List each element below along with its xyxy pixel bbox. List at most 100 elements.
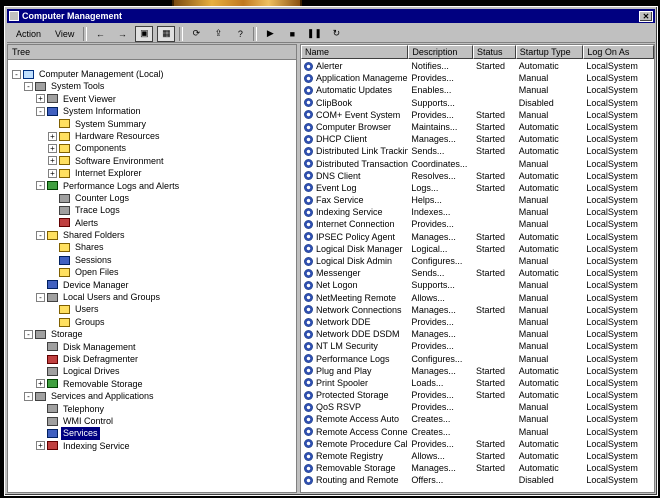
menu-action[interactable]: Action	[11, 29, 46, 39]
tree-item[interactable]: - Local Users and Groups	[8, 291, 296, 303]
collapse-icon[interactable]: -	[24, 391, 33, 401]
table-row[interactable]: Remote Registry Allows... Started Automatic…	[301, 450, 654, 462]
table-row[interactable]: NT LM Security Provides... Manual LocalSyst…	[301, 340, 654, 352]
tree-item[interactable]: Open Files	[8, 266, 296, 278]
column-header-status[interactable]: Status	[473, 45, 516, 59]
tree-item[interactable]: WMI Control	[8, 415, 296, 427]
table-row[interactable]: Protected Storage Provides... Started Autom…	[301, 389, 654, 401]
table-row[interactable]: Messenger Sends... Started Automatic LocalSy…	[301, 267, 654, 279]
pause-icon[interactable]: ❚❚	[305, 26, 323, 42]
tree-item[interactable]: + Indexing Service	[8, 440, 296, 452]
tree-item[interactable]: Telephony	[8, 403, 296, 415]
expand-icon[interactable]: +	[36, 94, 45, 104]
table-row[interactable]: Alerter Notifies... Started Automatic LocalS…	[301, 60, 654, 72]
column-header-startup-type[interactable]: Startup Type	[515, 45, 584, 59]
tree-item[interactable]: - System Tools	[8, 80, 296, 92]
collapse-icon[interactable]: -	[24, 329, 33, 339]
collapse-icon[interactable]: -	[36, 292, 45, 302]
tree-item[interactable]: + Components	[8, 142, 296, 154]
tree-item[interactable]: - System Information	[8, 105, 296, 117]
table-row[interactable]: Print Spooler Loads... Started Automatic Loc…	[301, 377, 654, 389]
collapse-icon[interactable]: -	[36, 106, 45, 116]
table-row[interactable]: DNS Client Resolves... Started Automatic Loc…	[301, 170, 654, 182]
collapse-icon[interactable]: -	[36, 230, 45, 240]
collapse-icon[interactable]: -	[36, 181, 45, 191]
table-row[interactable]: Routing and Remote Offers... Disabled Local…	[301, 474, 654, 486]
tree-item[interactable]: Users	[8, 303, 296, 315]
tree-item[interactable]: Sessions	[8, 254, 296, 266]
tree-item[interactable]: + Removable Storage	[8, 378, 296, 390]
tree-item[interactable]: Services	[8, 427, 296, 440]
column-header-log-on-as[interactable]: Log On As	[583, 45, 654, 59]
refresh-icon[interactable]: ⟳	[187, 26, 205, 42]
table-row[interactable]: NetMeeting Remote Allows... Manual LocalSys…	[301, 292, 654, 304]
table-row[interactable]: Logical Disk Manager Logical... Started Aut…	[301, 243, 654, 255]
back-icon[interactable]: ←	[91, 26, 109, 42]
tree-item[interactable]: Disk Defragmenter	[8, 353, 296, 365]
help-icon[interactable]: ?	[231, 26, 249, 42]
tree-item[interactable]: Shares	[8, 241, 296, 253]
restart-icon[interactable]: ↻	[327, 26, 345, 42]
properties-icon[interactable]: ▦	[157, 25, 176, 42]
tree-item[interactable]: + Event Viewer	[8, 93, 296, 105]
table-row[interactable]: Distributed Link Tracking Sends... Started…	[301, 145, 654, 157]
tree-item[interactable]: - Performance Logs and Alerts	[8, 180, 296, 192]
expand-icon[interactable]: +	[48, 156, 57, 166]
tree-item[interactable]: - Storage	[8, 328, 296, 340]
collapse-icon[interactable]: -	[24, 82, 33, 92]
up-folder-icon[interactable]: ▣	[135, 25, 154, 42]
tree-item[interactable]: Logical Drives	[8, 365, 296, 377]
table-row[interactable]: Event Log Logs... Started Automatic LocalSys…	[301, 182, 654, 194]
collapse-icon[interactable]: -	[12, 69, 21, 79]
table-row[interactable]: Remote Procedure Call Provides... Started A…	[301, 438, 654, 450]
tree-item[interactable]: Trace Logs	[8, 204, 296, 216]
table-row[interactable]: Application Management Provides... Manual L…	[301, 72, 654, 84]
tree-item[interactable]: Counter Logs	[8, 192, 296, 204]
table-row[interactable]: Network Connections Manages... Started Manu…	[301, 304, 654, 316]
table-row[interactable]: COM+ Event System Provides... Started Manua…	[301, 109, 654, 121]
table-row[interactable]: Network DDE DSDM Manages... Manual LocalSys…	[301, 328, 654, 340]
expand-icon[interactable]: +	[48, 131, 57, 141]
column-header-description[interactable]: Description	[408, 45, 474, 59]
export-icon[interactable]: ⇪	[209, 26, 227, 42]
table-row[interactable]: ClipBook Supports... Disabled LocalSystem	[301, 97, 654, 109]
menu-view[interactable]: View	[50, 29, 79, 39]
table-row[interactable]: Remote Access Auto Creates... Manual LocalS…	[301, 413, 654, 425]
column-header-name[interactable]: Name	[301, 45, 409, 59]
tree-item[interactable]: Disk Management	[8, 341, 296, 353]
play-icon[interactable]: ▶	[261, 26, 279, 42]
tree-item[interactable]: - Computer Management (Local)	[8, 68, 296, 80]
table-row[interactable]: QoS RSVP Provides... Manual LocalSystem	[301, 401, 654, 413]
table-row[interactable]: Net Logon Supports... Manual LocalSystem	[301, 279, 654, 291]
table-row[interactable]: Logical Disk Admin Configures... Manual Loc…	[301, 255, 654, 267]
tree-item[interactable]: + Internet Explorer	[8, 167, 296, 179]
tree-item[interactable]: - Services and Applications	[8, 390, 296, 402]
table-row[interactable]: Plug and Play Manages... Started Automatic L…	[301, 365, 654, 377]
tree-item[interactable]: + Hardware Resources	[8, 130, 296, 142]
table-row[interactable]: Removable Storage Manages... Started Automa…	[301, 462, 654, 474]
tree-item[interactable]: Device Manager	[8, 279, 296, 291]
tree-item[interactable]: Alerts	[8, 217, 296, 229]
table-row[interactable]: Network DDE Provides... Manual LocalSystem	[301, 316, 654, 328]
table-row[interactable]: Fax Service Helps... Manual LocalSystem	[301, 194, 654, 206]
table-row[interactable]: DHCP Client Manages... Started Automatic Loc…	[301, 133, 654, 145]
tree-item[interactable]: Groups	[8, 316, 296, 328]
forward-icon[interactable]: →	[113, 26, 131, 42]
table-row[interactable]: Automatic Updates Enables... Manual LocalSy…	[301, 84, 654, 96]
table-row[interactable]: Internet Connection Provides... Manual Loca…	[301, 218, 654, 230]
expand-icon[interactable]: +	[36, 379, 45, 389]
expand-icon[interactable]: +	[48, 144, 57, 154]
tree-item[interactable]: System Summary	[8, 118, 296, 130]
table-row[interactable]: IPSEC Policy Agent Manages... Started Autom…	[301, 231, 654, 243]
expand-icon[interactable]: +	[36, 441, 45, 451]
tree-item[interactable]: - Shared Folders	[8, 229, 296, 241]
tree-item[interactable]: + Software Environment	[8, 155, 296, 167]
table-row[interactable]: Remote Access ConnectionCreates... Manual…	[301, 426, 654, 438]
stop-icon[interactable]: ■	[283, 26, 301, 42]
table-row[interactable]: Performance Logs Configures... Manual Local…	[301, 353, 654, 365]
close-button[interactable]: ✕	[639, 10, 653, 22]
table-row[interactable]: Computer Browser Maintains... Started Autom…	[301, 121, 654, 133]
table-row[interactable]: Indexing Service Indexes... Manual LocalSys…	[301, 206, 654, 218]
table-row[interactable]: Distributed Transaction Coordinates... Man…	[301, 158, 654, 170]
expand-icon[interactable]: +	[48, 168, 57, 178]
